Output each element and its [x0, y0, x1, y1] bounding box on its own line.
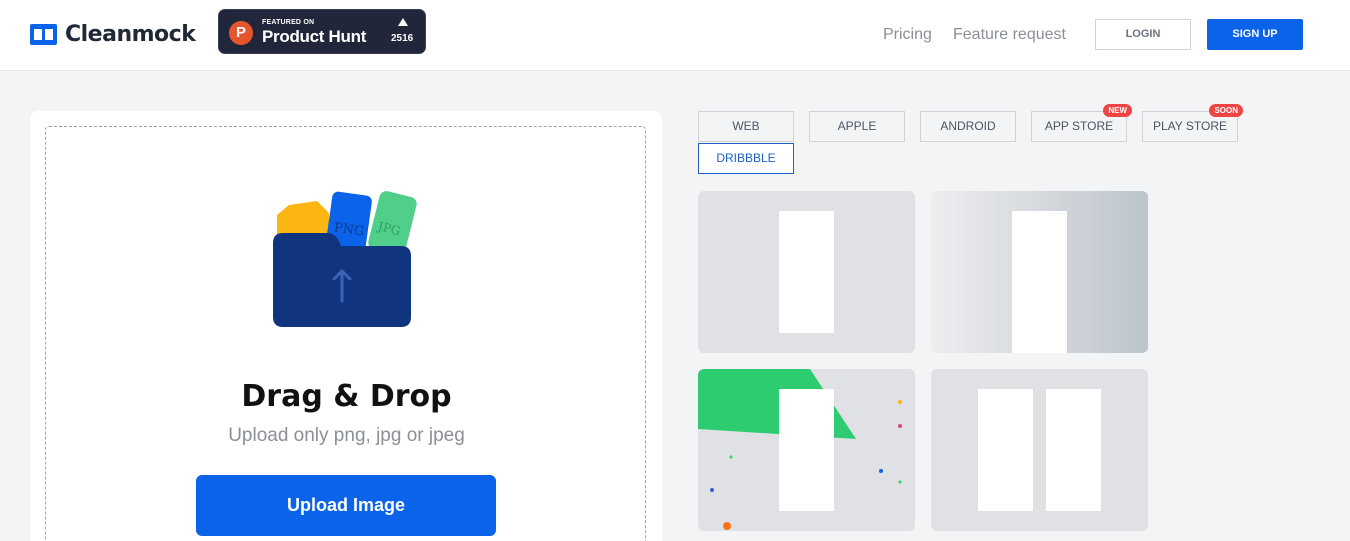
template-thumbnail-1[interactable] — [698, 191, 915, 353]
drop-subtitle: Upload only png, jpg or jpeg — [228, 425, 465, 446]
brand-name: Cleanmock — [65, 22, 196, 47]
upvote-arrow-icon — [398, 18, 408, 26]
tab-web[interactable]: WEB — [698, 111, 794, 142]
phone-mockup — [779, 211, 834, 333]
template-thumbnail-3[interactable] — [698, 369, 915, 531]
phone-mockup-left — [978, 389, 1033, 511]
tab-label: APPLE — [837, 119, 877, 133]
product-hunt-icon: P — [229, 21, 253, 45]
tab-label: DRIBBBLE — [716, 151, 776, 165]
phone-mockup — [1012, 211, 1067, 353]
nav-pricing-link[interactable]: Pricing — [883, 26, 932, 44]
tab-label: ANDROID — [940, 119, 996, 133]
login-button[interactable]: LOGIN — [1095, 19, 1191, 50]
drop-zone[interactable]: PNG JPG Drag & Drop Upload only png, jpg… — [45, 126, 646, 541]
tab-dribbble[interactable]: DRIBBBLE — [698, 143, 794, 174]
phone-mockup — [779, 389, 834, 511]
upload-card: PNG JPG Drag & Drop Upload only png, jpg… — [30, 111, 662, 541]
phone-mockup-right — [1046, 389, 1101, 511]
top-header: Cleanmock P FEATURED ON Product Hunt 251… — [0, 0, 1350, 71]
logo-icon — [30, 24, 57, 45]
product-hunt-featured-label: FEATURED ON — [262, 19, 315, 26]
soon-badge: SOON — [1209, 104, 1243, 117]
tab-app-store[interactable]: APP STORE NEW — [1031, 104, 1132, 142]
product-hunt-badge[interactable]: P FEATURED ON Product Hunt 2516 — [218, 9, 426, 54]
folder-upload-icon: PNG JPG — [273, 191, 417, 327]
tab-play-store[interactable]: PLAY STORE SOON — [1142, 104, 1243, 142]
signup-button[interactable]: SIGN UP — [1207, 19, 1303, 50]
brand-logo[interactable]: Cleanmock — [30, 22, 196, 47]
tab-label: WEB — [732, 119, 760, 133]
tab-label: PLAY STORE — [1152, 119, 1228, 133]
tab-label: APP STORE — [1044, 119, 1114, 133]
tab-apple[interactable]: APPLE — [809, 111, 905, 142]
drop-title: Drag & Drop — [241, 379, 452, 414]
tab-android[interactable]: ANDROID — [920, 111, 1016, 142]
template-thumbnail-2[interactable] — [931, 191, 1148, 353]
upvote-count: 2516 — [391, 33, 414, 44]
nav-feature-request-link[interactable]: Feature request — [953, 26, 1066, 44]
upload-image-button[interactable]: Upload Image — [196, 475, 496, 536]
product-hunt-name: Product Hunt — [262, 27, 367, 46]
new-badge: NEW — [1103, 104, 1132, 117]
template-thumbnail-4[interactable] — [931, 369, 1148, 531]
